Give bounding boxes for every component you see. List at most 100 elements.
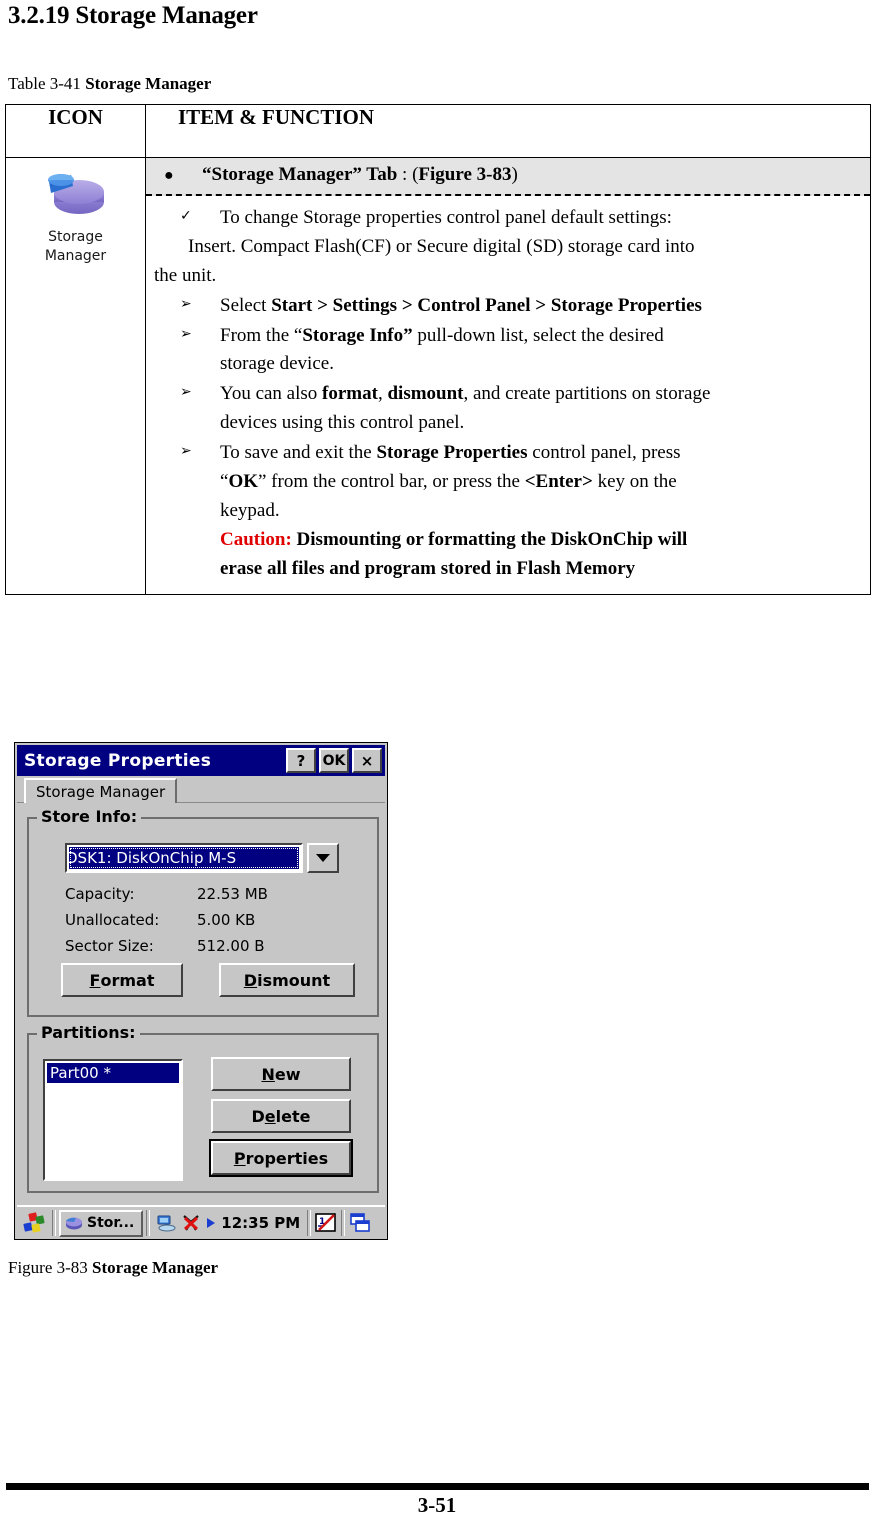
list-item-text: control panel, press (527, 442, 681, 463)
caution-text: Dismounting or formatting the DiskOnChip… (291, 528, 688, 550)
network-connection-icon[interactable] (155, 1213, 177, 1233)
figure-caption: Figure 3-83 Storage Manager (8, 1258, 218, 1278)
input-panel-button[interactable]: 1 (314, 1212, 338, 1234)
desktop-button[interactable] (348, 1212, 375, 1234)
list-item-text: Select (220, 294, 272, 316)
delete-accel: e (264, 1106, 276, 1126)
storage-manager-table: ICON ITEM & FUNCTION Storage Manager ● “… (5, 104, 871, 596)
list-item-text: To save and exit the (220, 442, 377, 463)
list-item-extra-line: Insert. Compact Flash(CF) or Secure digi… (188, 235, 695, 257)
page-title: 3.2.19 Storage Manager (8, 2, 258, 29)
tab-strip: Storage Manager (17, 776, 385, 803)
dismount-label: ismount (257, 970, 331, 990)
list-item-bold: Storage Properties (376, 442, 528, 463)
storage-device-value: DSK1: DiskOnChip M-S (69, 847, 299, 869)
store-info-group: Store Info: DSK1: DiskOnChip M-S Capacit… (27, 807, 379, 1017)
figure-caption-title: Storage Manager (92, 1258, 219, 1277)
list-item: ✓ To change Storage properties control p… (154, 204, 856, 291)
wrap-bold: <Enter> (524, 470, 593, 492)
bullet-icon: ● (164, 167, 174, 184)
partition-properties-button[interactable]: Properties (211, 1141, 351, 1175)
icon-cell: Storage Manager (5, 156, 146, 596)
arrow-icon: ➢ (180, 325, 192, 342)
list-item-bold: Storage Info” (302, 324, 413, 346)
desktop-windows-icon (350, 1213, 370, 1232)
list-item: ➢ Select Start > Settings > Control Pane… (154, 292, 856, 321)
footer-rule (6, 1483, 869, 1490)
new-label: ew (274, 1064, 301, 1084)
list-item-wrap-line: devices using this control panel. (220, 412, 465, 434)
input-panel-icon: 1 (315, 1213, 336, 1232)
taskbar-clock[interactable]: 12:35 PM (217, 1214, 304, 1232)
tab-row-separator: : ( (397, 164, 419, 185)
tab-row-paren-close: ) (511, 164, 518, 185)
arrow-icon: ➢ (180, 295, 192, 312)
taskbar-divider (52, 1210, 56, 1236)
tab-row-quote-open: “ (202, 164, 212, 185)
disconnected-icon[interactable] (181, 1213, 201, 1233)
help-button[interactable]: ? (286, 748, 316, 773)
delete-partition-button[interactable]: De lete (211, 1099, 351, 1133)
window-title: Storage Properties (24, 750, 212, 771)
list-item-wrap-line: storage device. (220, 353, 334, 375)
properties-label: roperties (245, 1148, 329, 1168)
list-item-text: To change Storage properties control pan… (220, 207, 672, 228)
list-item: ➢ To save and exit the Storage Propertie… (154, 439, 856, 583)
list-item: ➢ You can also format, dismount, and cre… (154, 380, 856, 438)
windows-start-icon (23, 1212, 45, 1233)
ok-button[interactable]: OK (319, 748, 349, 773)
table-body-row: Storage Manager ● “Storage Manager” Tab :… (5, 156, 871, 596)
taskbar-divider (146, 1210, 151, 1236)
icon-label-line2: Manager (44, 247, 107, 264)
new-accel: N (261, 1064, 275, 1084)
tab-storage-manager[interactable]: Storage Manager (24, 778, 178, 803)
new-partition-button[interactable]: New (211, 1057, 351, 1091)
unallocated-label: Unallocated: (65, 911, 160, 929)
arrow-icon: ➢ (180, 384, 192, 401)
table-caption-title: Storage Manager (85, 74, 212, 93)
close-button[interactable]: × (352, 748, 382, 773)
list-item-bold: format (322, 383, 378, 405)
properties-accel: P (233, 1148, 246, 1168)
dismount-button[interactable]: Dismount (219, 963, 355, 997)
list-item-bold: dismount (387, 383, 464, 405)
task-button-storage[interactable]: Stor... (59, 1209, 144, 1237)
list-item-text: From the “ (220, 324, 303, 346)
delete-label: lete (275, 1106, 311, 1126)
caution-line: Caution: Dismounting or formatting the D… (220, 526, 856, 555)
storage-properties-screenshot: Storage Properties ? OK × Storage Manage… (14, 742, 388, 1240)
format-button[interactable]: Format (61, 963, 183, 997)
icon-label-line1: Storage (48, 229, 103, 245)
chevron-down-icon[interactable] (307, 843, 339, 873)
tab-row-tab-name: Storage Manager (211, 164, 353, 185)
task-button-label: Stor... (87, 1215, 135, 1231)
sector-size-value: 512.00 B (197, 937, 265, 955)
capacity-value: 22.53 MB (197, 885, 268, 903)
icon-label: Storage Manager (16, 228, 136, 266)
storage-device-combo[interactable]: DSK1: DiskOnChip M-S (65, 843, 303, 873)
wrap-text: key on the (592, 470, 677, 492)
system-tray (153, 1213, 217, 1233)
list-item-text: , and create partitions on storage (463, 383, 711, 405)
list-item-wrap-line: keypad. (220, 499, 280, 521)
storage-pie-icon (66, 1217, 82, 1230)
partitions-legend: Partitions: (37, 1023, 140, 1042)
list-item-text: pull-down list, select the desired (412, 324, 664, 346)
list-item-wrap-line: “OK” from the control bar, or press the … (220, 468, 856, 497)
format-label: ormat (100, 970, 155, 990)
start-button[interactable] (19, 1209, 49, 1237)
delete-pre: D (251, 1106, 265, 1126)
arrow-icon: ➢ (180, 443, 192, 459)
taskbar: Stor... 12:35 PM 1 (17, 1205, 385, 1239)
partitions-listbox[interactable]: Part00 * (43, 1059, 183, 1181)
list-item-text: You can also (220, 383, 323, 405)
list-item: ➢ From the “Storage Info” pull-down list… (154, 322, 856, 380)
table-caption-label: Table 3-41 (8, 74, 86, 93)
volume-icon[interactable] (205, 1215, 217, 1231)
figure-caption-label: Figure 3-83 (8, 1258, 93, 1277)
taskbar-divider (341, 1210, 346, 1236)
device-screen: Storage Properties ? OK × Storage Manage… (17, 745, 385, 1239)
list-item[interactable]: Part00 * (47, 1063, 179, 1083)
header-cell-item: ITEM & FUNCTION (145, 104, 871, 158)
sector-size-label: Sector Size: (65, 937, 154, 955)
